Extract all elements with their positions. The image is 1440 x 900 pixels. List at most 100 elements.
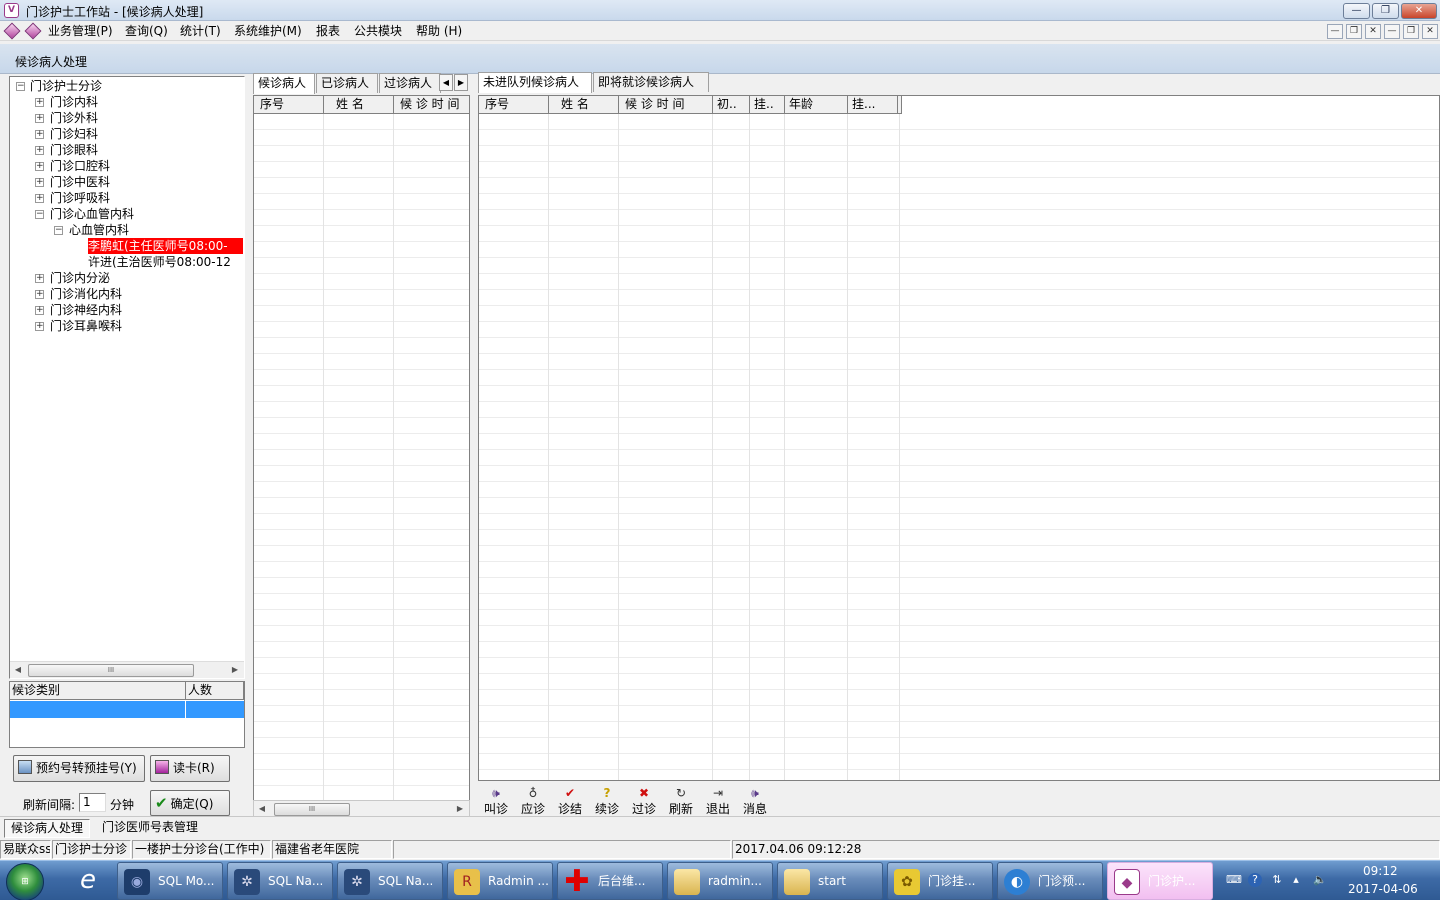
- taskbar-item-nurse-station[interactable]: ◆ 门诊护...: [1107, 862, 1213, 900]
- mdi-system-icon[interactable]: [3, 22, 21, 40]
- read-card-button[interactable]: 读卡(R): [150, 755, 230, 782]
- column-header-registration[interactable]: 挂..: [750, 96, 785, 114]
- expand-icon[interactable]: +: [35, 98, 44, 107]
- tab-missed-patients[interactable]: 过诊病人: [379, 73, 441, 93]
- tree-item-department[interactable]: 门诊内分泌: [50, 270, 110, 286]
- tree-item-department[interactable]: 门诊神经内科: [50, 302, 122, 318]
- mdi-close-button[interactable]: ✕: [1365, 24, 1381, 39]
- help-icon[interactable]: ?: [1248, 873, 1262, 887]
- scroll-thumb[interactable]: III: [28, 664, 194, 677]
- confirm-button[interactable]: ✔ 确定(Q): [150, 790, 230, 816]
- message-button[interactable]: 🕪 消息: [738, 786, 772, 817]
- form-tab-waiting-patients[interactable]: 候诊病人处理: [4, 819, 91, 838]
- column-header-age[interactable]: 年龄: [785, 96, 848, 114]
- selected-row[interactable]: [10, 701, 244, 718]
- waiting-patients-grid[interactable]: 序号 姓 名 候 诊 时 间: [253, 95, 470, 801]
- waiting-category-grid[interactable]: 候诊类别 人数: [9, 681, 245, 748]
- finish-visit-button[interactable]: ✔ 诊结: [553, 786, 587, 817]
- menu-statistics[interactable]: 统计(T): [180, 23, 221, 39]
- minimize-button[interactable]: —: [1343, 3, 1370, 19]
- taskbar-item-folder-radmin[interactable]: radmin...: [667, 862, 773, 900]
- taskbar-item-registration[interactable]: ✿ 门诊挂...: [887, 862, 993, 900]
- menu-business[interactable]: 业务管理(P): [48, 23, 113, 39]
- clock-date[interactable]: 2017-04-06: [1348, 882, 1418, 896]
- scroll-right-icon[interactable]: ▶: [229, 664, 241, 676]
- mdi2-minimize-button[interactable]: —: [1384, 24, 1400, 39]
- column-header-number[interactable]: 序号: [254, 96, 324, 114]
- tab-waiting-patients[interactable]: 候诊病人: [253, 73, 315, 94]
- menu-system[interactable]: 系统维护(M): [234, 23, 302, 39]
- tree-item-department[interactable]: 门诊外科: [50, 110, 98, 126]
- skip-visit-button[interactable]: ✖ 过诊: [627, 786, 661, 817]
- mdi2-close-button[interactable]: ✕: [1422, 24, 1438, 39]
- tab-scroll-right-icon[interactable]: ▶: [454, 74, 468, 91]
- expand-icon[interactable]: +: [35, 322, 44, 331]
- taskbar-item-backend[interactable]: ✚ 后台维...: [557, 862, 663, 900]
- mdi2-restore-button[interactable]: ❐: [1403, 24, 1419, 39]
- show-hidden-icons-icon[interactable]: ▴: [1289, 873, 1303, 887]
- column-header-first-visit[interactable]: 初..: [713, 96, 750, 114]
- expand-icon[interactable]: +: [35, 162, 44, 171]
- exit-button[interactable]: ⇥ 退出: [701, 786, 735, 817]
- mdi-child-icon[interactable]: [24, 22, 42, 40]
- column-header-wait-time[interactable]: 候 诊 时 间: [394, 96, 469, 114]
- mdi-minimize-button[interactable]: —: [1327, 24, 1343, 39]
- scroll-thumb[interactable]: III: [274, 803, 350, 816]
- tree-item-department[interactable]: 门诊消化内科: [50, 286, 122, 302]
- tree-item-department[interactable]: 门诊妇科: [50, 126, 98, 142]
- expand-icon[interactable]: +: [35, 306, 44, 315]
- tab-upcoming-patients[interactable]: 即将就诊候诊病人: [593, 72, 709, 92]
- mdi-restore-button[interactable]: ❐: [1346, 24, 1362, 39]
- taskbar-item-appointment[interactable]: ◐ 门诊预...: [997, 862, 1103, 900]
- tree-horizontal-scrollbar[interactable]: ◀ III ▶: [10, 661, 244, 678]
- tree-item-department[interactable]: 门诊心血管内科: [50, 206, 134, 222]
- refresh-button[interactable]: ↻ 刷新: [664, 786, 698, 817]
- restore-button[interactable]: ❐: [1372, 3, 1399, 19]
- taskbar-item-navicat[interactable]: ✲ SQL Na...: [227, 862, 333, 900]
- tab-not-queued-patients[interactable]: 未进队列候诊病人: [478, 72, 592, 93]
- scroll-left-icon[interactable]: ◀: [256, 803, 268, 815]
- expand-icon[interactable]: +: [35, 146, 44, 155]
- tab-scroll-left-icon[interactable]: ◀: [439, 74, 453, 91]
- tree-item-department[interactable]: 门诊口腔科: [50, 158, 110, 174]
- tree-item-doctor-selected[interactable]: 李鹏虹(主任医师号08:00-: [88, 238, 243, 254]
- collapse-icon[interactable]: −: [16, 82, 25, 91]
- collapse-icon[interactable]: −: [54, 226, 63, 235]
- expand-icon[interactable]: +: [35, 290, 44, 299]
- tree-item-department[interactable]: 门诊中医科: [50, 174, 110, 190]
- expand-icon[interactable]: +: [35, 130, 44, 139]
- tree-item-department[interactable]: 门诊眼科: [50, 142, 98, 158]
- column-header-wait-time[interactable]: 候 诊 时 间: [619, 96, 713, 114]
- column-header-registration-type[interactable]: 挂...: [848, 96, 898, 114]
- department-tree[interactable]: − 门诊护士分诊 + 门诊内科 + 门诊外科 + 门诊妇科 + 门诊眼科 + 门…: [9, 76, 245, 679]
- expand-icon[interactable]: +: [35, 274, 44, 283]
- network-icon[interactable]: ⇅: [1270, 873, 1284, 887]
- middle-horizontal-scrollbar[interactable]: ◀ III ▶: [253, 800, 470, 817]
- expand-icon[interactable]: +: [35, 194, 44, 203]
- expand-icon[interactable]: +: [35, 178, 44, 187]
- tab-seen-patients[interactable]: 已诊病人: [316, 73, 378, 93]
- start-button[interactable]: ⊞: [6, 863, 44, 900]
- column-header-count[interactable]: 人数: [186, 682, 244, 700]
- taskbar-item-sql-monitor[interactable]: ◉ SQL Mo...: [117, 862, 223, 900]
- tree-root[interactable]: 门诊护士分诊: [30, 78, 102, 94]
- continue-visit-button[interactable]: ? 续诊: [590, 786, 624, 817]
- tree-item-department[interactable]: 门诊呼吸科: [50, 190, 110, 206]
- menu-help[interactable]: 帮助 (H): [416, 23, 462, 39]
- scroll-right-icon[interactable]: ▶: [454, 803, 466, 815]
- taskbar-item-radmin[interactable]: R Radmin ...: [447, 862, 553, 900]
- column-header-number[interactable]: 序号: [479, 96, 549, 114]
- not-queued-patients-grid[interactable]: 序号 姓 名 候 诊 时 间 初.. 挂.. 年龄 挂...: [478, 95, 1440, 781]
- keyboard-icon[interactable]: ⌨: [1226, 873, 1242, 887]
- accept-patient-button[interactable]: ♁ 应诊: [516, 786, 550, 817]
- menu-common[interactable]: 公共模块: [354, 23, 402, 39]
- convert-appointment-button[interactable]: 预约号转预挂号(Y): [13, 755, 145, 782]
- tree-item-doctor[interactable]: 许进(主治医师号08:00-12: [88, 254, 243, 270]
- column-header-name[interactable]: 姓 名: [549, 96, 619, 114]
- column-header-name[interactable]: 姓 名: [324, 96, 394, 114]
- refresh-interval-input[interactable]: 1: [79, 793, 106, 812]
- call-patient-button[interactable]: 🕪 叫诊: [479, 786, 513, 817]
- scroll-left-icon[interactable]: ◀: [12, 664, 24, 676]
- tree-item-sub-department[interactable]: 心血管内科: [69, 222, 129, 238]
- clock-time[interactable]: 09:12: [1363, 864, 1398, 878]
